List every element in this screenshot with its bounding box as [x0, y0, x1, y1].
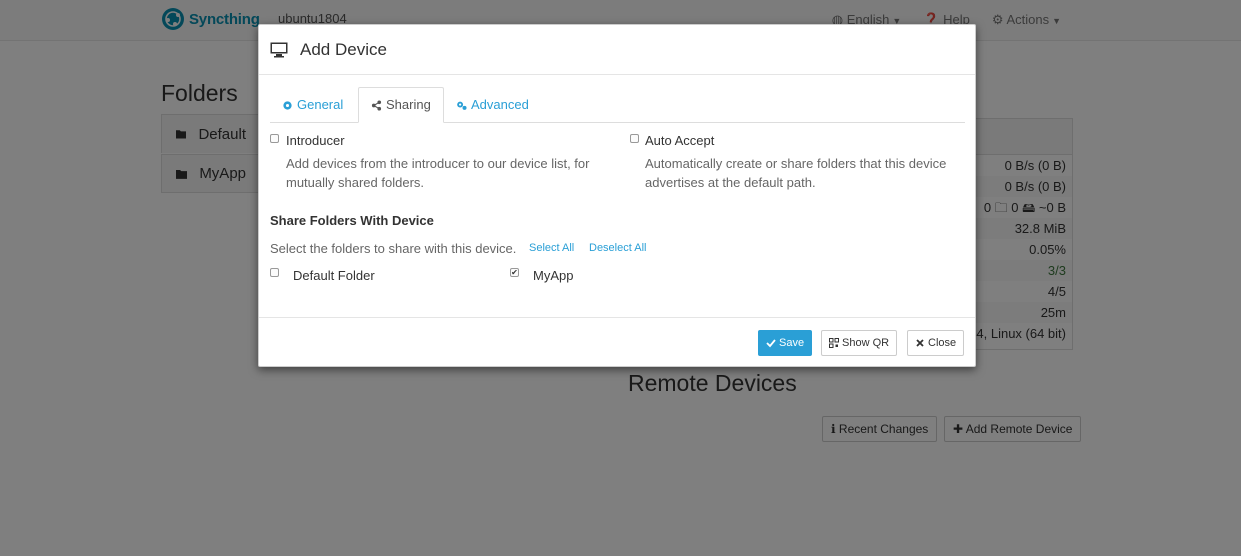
- cogs-icon: [457, 101, 467, 110]
- check-icon: [766, 339, 776, 348]
- add-device-modal: Add Device General Sharing Advanced Intr…: [258, 24, 976, 367]
- myapp-folder-checkbox[interactable]: ✔: [510, 268, 519, 277]
- modal-title: Add Device: [300, 39, 387, 59]
- auto-accept-help-line2: advertises at the default path.: [645, 175, 816, 190]
- close-button[interactable]: Close: [907, 330, 965, 356]
- tab-sharing[interactable]: Sharing: [358, 87, 444, 123]
- myapp-folder-label: MyApp: [533, 268, 574, 283]
- save-button[interactable]: Save: [758, 330, 813, 356]
- tab-advanced[interactable]: Advanced: [444, 87, 541, 123]
- tab-general-label: General: [297, 97, 344, 112]
- modal-tabs: General Sharing Advanced: [270, 87, 965, 123]
- close-label: Close: [928, 337, 957, 349]
- introducer-help: Add devices from the introducer to our d…: [286, 154, 589, 192]
- introducer-label: Introducer: [286, 133, 345, 148]
- auto-accept-label: Auto Accept: [645, 133, 715, 148]
- introducer-help-line1: Add devices from the introducer to our d…: [286, 156, 590, 171]
- save-label: Save: [779, 337, 805, 349]
- check-icon: ✔: [511, 267, 518, 277]
- modal-footer: Save Show QR Close: [259, 317, 975, 367]
- close-icon: [916, 339, 924, 347]
- default-folder-label: Default Folder: [293, 268, 375, 283]
- modal-header: Add Device: [259, 25, 975, 75]
- show-qr-button[interactable]: Show QR: [821, 330, 898, 356]
- tab-advanced-label: Advanced: [471, 97, 529, 112]
- qrcode-icon: [829, 338, 839, 348]
- introducer-help-line2: mutually shared folders.: [286, 175, 425, 190]
- desktop-icon: [270, 42, 288, 57]
- show-qr-label: Show QR: [842, 337, 890, 349]
- share-folders-title: Share Folders With Device: [270, 213, 434, 228]
- share-folders-help: Select the folders to share with this de…: [270, 241, 517, 256]
- tab-sharing-label: Sharing: [386, 97, 431, 112]
- tab-general[interactable]: General: [270, 87, 355, 123]
- cog-icon: [283, 100, 292, 110]
- deselect-all-link[interactable]: Deselect All: [589, 242, 646, 254]
- auto-accept-help-line1: Automatically create or share folders th…: [645, 156, 947, 171]
- share-icon: [371, 99, 382, 111]
- auto-accept-help: Automatically create or share folders th…: [645, 154, 946, 192]
- introducer-checkbox[interactable]: [270, 134, 279, 143]
- default-folder-checkbox[interactable]: [270, 268, 279, 277]
- select-all-link[interactable]: Select All: [529, 242, 574, 254]
- auto-accept-checkbox[interactable]: [630, 134, 639, 143]
